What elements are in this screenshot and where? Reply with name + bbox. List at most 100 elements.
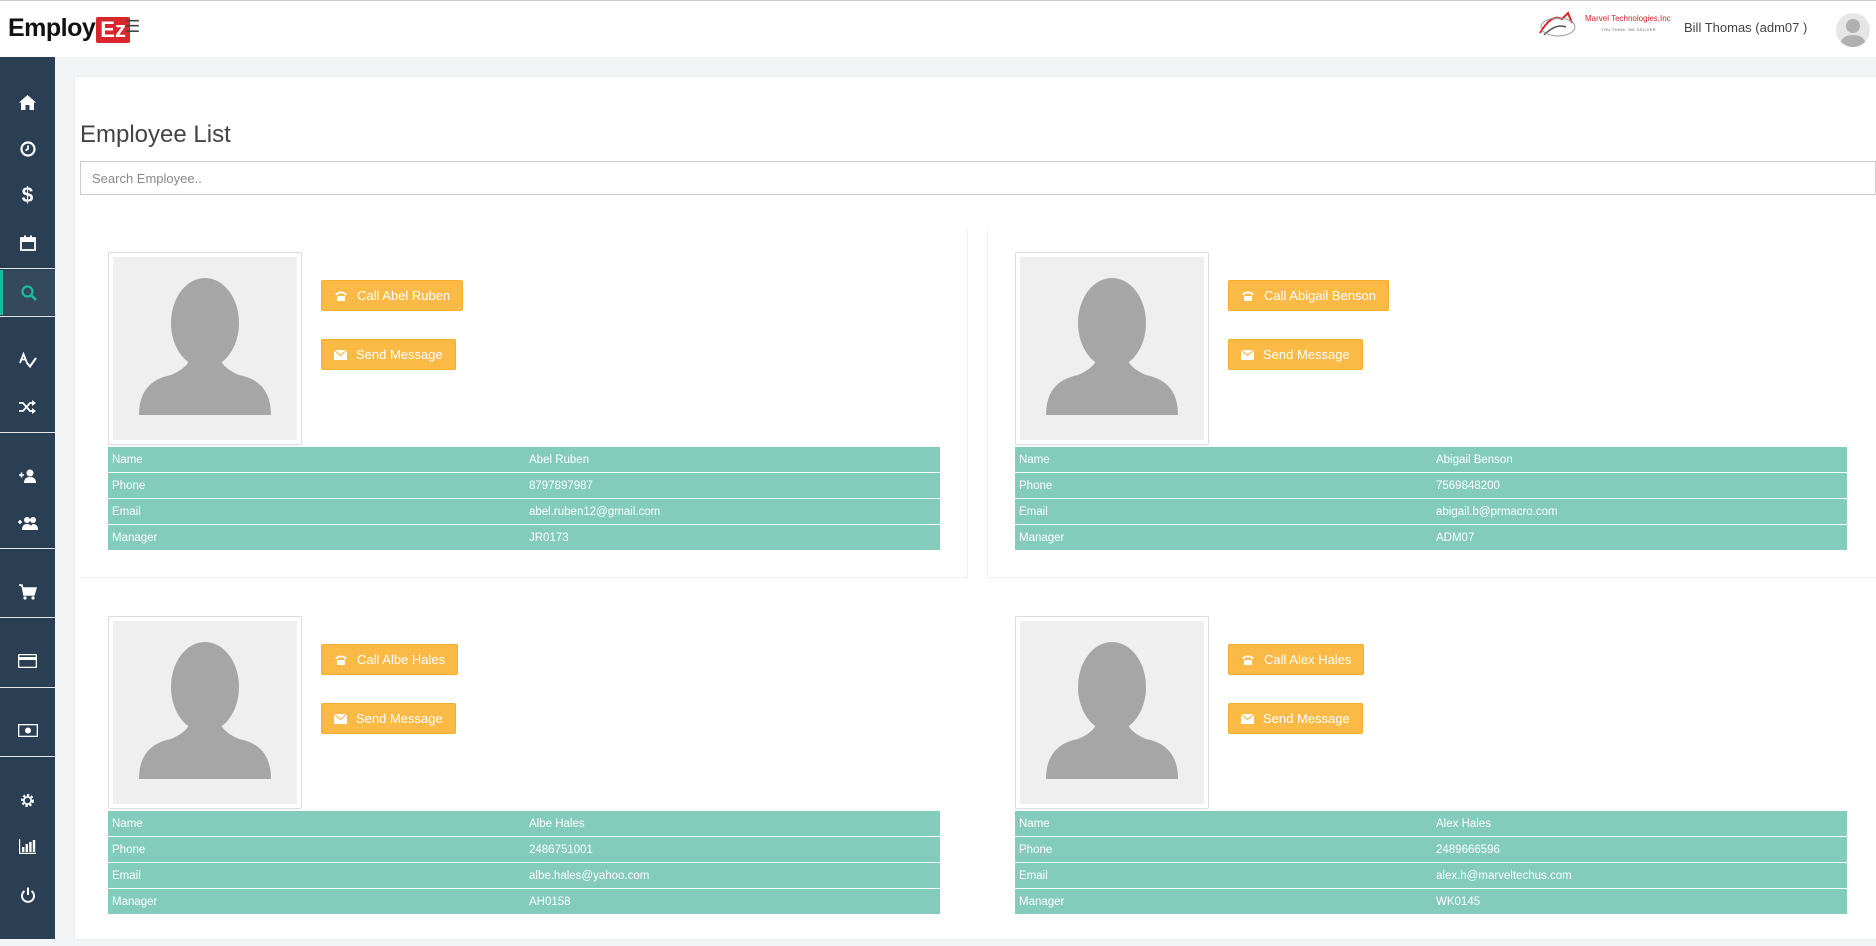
dollar-icon: $	[21, 184, 34, 207]
sidebar-item-cart[interactable]	[0, 571, 55, 613]
table-row: Name Albe Hales	[108, 811, 940, 837]
page-title: Employee List	[80, 121, 231, 148]
bar-chart-icon	[19, 838, 36, 854]
employee-card: Call Alex Hales Send Message Name Alex Ha…	[983, 616, 1873, 946]
table-row: Email albe.hales@yahoo.com	[108, 862, 940, 889]
field-value: ADM07	[1432, 524, 1847, 551]
field-value: 7569848200	[1432, 472, 1847, 499]
field-value: Abel Ruben	[525, 447, 940, 473]
field-value: Alex Hales	[1432, 811, 1847, 837]
menu-toggle-icon[interactable]: ☰	[125, 17, 140, 37]
table-row: Name Abel Ruben	[108, 447, 940, 473]
field-label: Name	[108, 447, 525, 473]
employee-info-table: Name Albe Hales Phone 2486751001 Email albe…	[108, 811, 940, 915]
spellcheck-icon	[18, 352, 37, 368]
table-row: Manager WK0145	[1015, 888, 1847, 915]
sidebar-item-add-users[interactable]	[0, 502, 55, 544]
sidebar-item-time[interactable]	[0, 128, 55, 170]
message-button-label: Send Message	[1263, 711, 1350, 726]
sidebar-item-settings[interactable]	[0, 779, 55, 821]
sidebar-item-analytics[interactable]	[0, 339, 55, 381]
employee-info-table: Name Abigail Benson Phone 7569848200 Email…	[1015, 447, 1847, 551]
call-employee-button[interactable]: Call Alex Hales	[1228, 644, 1365, 675]
call-button-label: Call Abel Ruben	[357, 288, 451, 303]
user-placeholder-icon	[1046, 642, 1178, 779]
credit-card-icon	[18, 654, 37, 668]
field-label: Name	[1015, 811, 1432, 837]
field-label: Email	[108, 862, 525, 889]
app-logo[interactable]: Employ Ez	[8, 13, 130, 43]
employee-card: Call Albe Hales Send Message Name Albe Ha…	[76, 616, 966, 946]
send-message-button[interactable]: Send Message	[321, 339, 456, 370]
table-row: Name Abigail Benson	[1015, 447, 1847, 473]
field-label: Email	[1015, 498, 1432, 525]
employee-photo	[108, 616, 302, 809]
field-value: albe.hales@yahoo.com	[525, 862, 940, 889]
clock-icon	[19, 141, 36, 157]
employee-photo	[108, 252, 302, 445]
sidebar-item-reports[interactable]	[0, 825, 55, 867]
shuffle-icon	[19, 400, 36, 414]
employee-info-table: Name Abel Ruben Phone 8797897987 Email abel…	[108, 447, 940, 551]
user-name[interactable]: Bill Thomas (adm07 )	[1684, 20, 1807, 35]
field-label: Phone	[108, 472, 525, 499]
table-row: Phone 2489666596	[1015, 836, 1847, 863]
sidebar-item-logout[interactable]	[0, 874, 55, 916]
field-value: alex.h@marveltechus.com	[1432, 862, 1847, 889]
user-placeholder-icon	[139, 642, 271, 779]
table-row: Manager AH0158	[108, 888, 940, 915]
table-row: Phone 7569848200	[1015, 472, 1847, 499]
envelope-icon	[334, 349, 347, 360]
message-button-label: Send Message	[1263, 347, 1350, 362]
field-label: Manager	[108, 524, 525, 551]
field-label: Manager	[1015, 524, 1432, 551]
envelope-icon	[1241, 349, 1254, 360]
message-button-label: Send Message	[356, 711, 443, 726]
employee-photo	[1015, 252, 1209, 445]
send-message-button[interactable]: Send Message	[1228, 703, 1363, 734]
phone-icon	[334, 654, 348, 665]
field-label: Name	[108, 811, 525, 837]
call-button-label: Call Albe Hales	[357, 652, 446, 667]
send-message-button[interactable]: Send Message	[1228, 339, 1363, 370]
table-row: Phone 2486751001	[108, 836, 940, 863]
search-icon	[21, 284, 37, 301]
sidebar-item-transfer[interactable]	[0, 386, 55, 428]
gear-icon	[21, 793, 34, 807]
field-value: 2489666596	[1432, 836, 1847, 863]
field-label: Phone	[108, 836, 525, 863]
phone-icon	[1241, 290, 1255, 301]
user-placeholder-icon	[139, 278, 271, 415]
money-icon	[17, 723, 38, 737]
search-employee-input[interactable]	[80, 161, 1876, 195]
field-value: 8797897987	[525, 472, 940, 499]
call-employee-button[interactable]: Call Albe Hales	[321, 644, 459, 675]
employee-card: Call Abigail Benson Send Message Name Abi…	[983, 252, 1873, 582]
field-value: AH0158	[525, 888, 940, 915]
table-row: Manager JR0173	[108, 524, 940, 551]
phone-icon	[334, 290, 348, 301]
field-label: Name	[1015, 447, 1432, 473]
field-value: 2486751001	[525, 836, 940, 863]
sidebar-item-search[interactable]	[0, 270, 55, 315]
sidebar-item-calendar[interactable]	[0, 222, 55, 264]
call-button-label: Call Abigail Benson	[1264, 288, 1377, 303]
field-label: Phone	[1015, 472, 1432, 499]
sidebar-item-money[interactable]	[0, 709, 55, 751]
send-message-button[interactable]: Send Message	[321, 703, 456, 734]
call-employee-button[interactable]: Call Abel Ruben	[321, 280, 464, 311]
user-avatar[interactable]	[1836, 13, 1870, 47]
message-button-label: Send Message	[356, 347, 443, 362]
employee-card: Call Abel Ruben Send Message Name Abel Ru…	[76, 252, 966, 582]
sidebar-item-add-user[interactable]	[0, 455, 55, 497]
envelope-icon	[1241, 713, 1254, 724]
sidebar-item-home[interactable]	[0, 81, 55, 123]
sidebar-item-payroll[interactable]: $	[0, 175, 55, 217]
calendar-icon	[19, 235, 36, 251]
sidebar-item-cards[interactable]	[0, 640, 55, 682]
table-row: Name Alex Hales	[1015, 811, 1847, 837]
call-employee-button[interactable]: Call Abigail Benson	[1228, 280, 1390, 311]
field-value: WK0145	[1432, 888, 1847, 915]
phone-icon	[1241, 654, 1255, 665]
sidebar: $	[0, 57, 55, 939]
